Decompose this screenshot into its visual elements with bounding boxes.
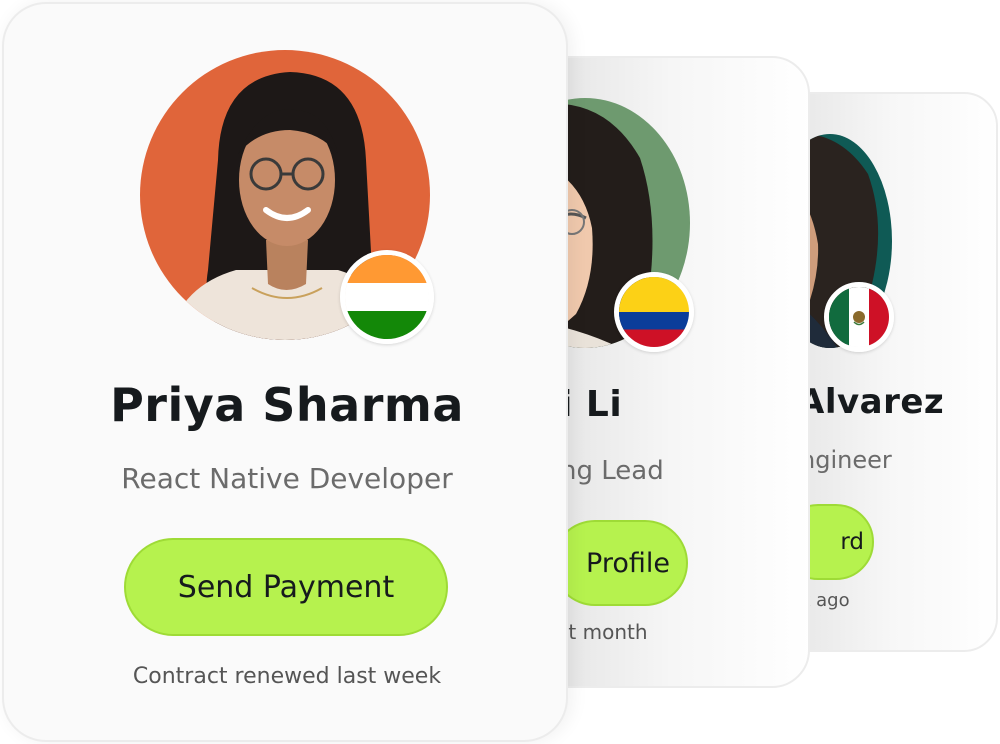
profile-note: st month [558, 620, 648, 644]
mexico-flag-icon [824, 282, 894, 352]
profile-name: i Li [560, 384, 623, 425]
profile-card-priya-sharma: Priya Sharma React Native Developer Send… [2, 2, 568, 742]
profile-name: Alvarez [798, 382, 945, 422]
contract-status-note: Contract renewed last week [132, 664, 442, 689]
profile-role: ng Lead [560, 456, 664, 486]
view-profile-button[interactable]: Profile [552, 520, 688, 606]
india-flag-icon [340, 250, 434, 344]
profile-role: React Native Developer [121, 462, 453, 495]
colombia-flag-icon [614, 272, 694, 352]
send-payment-button[interactable]: Send Payment [124, 538, 448, 636]
profile-role: ngineer [800, 446, 892, 474]
profile-name: Priya Sharma [110, 378, 464, 432]
